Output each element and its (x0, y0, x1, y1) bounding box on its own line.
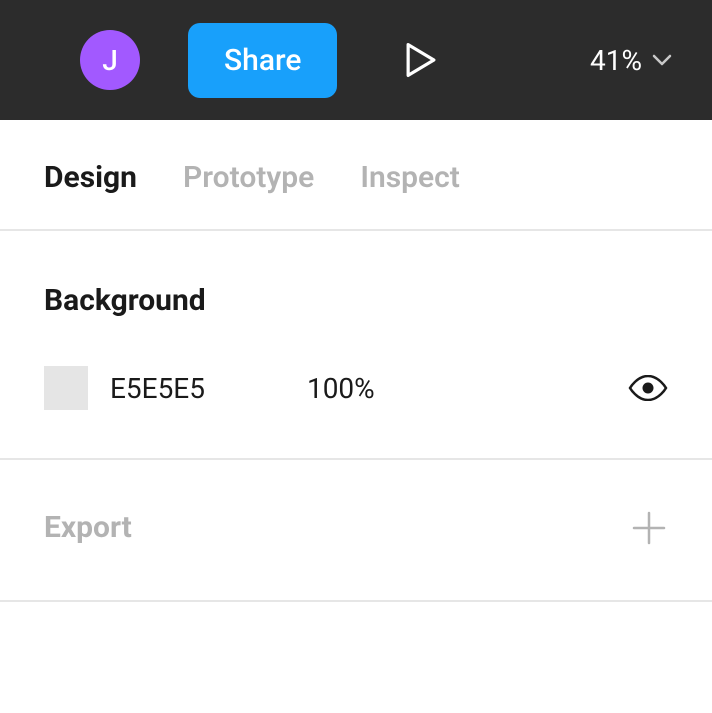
zoom-value: 41% (590, 44, 642, 77)
tab-design[interactable]: Design (44, 160, 137, 195)
color-opacity-value[interactable]: 100% (307, 372, 375, 405)
avatar[interactable]: J (80, 30, 140, 90)
play-icon (405, 42, 437, 78)
background-color-row: E5E5E5 100% (44, 366, 668, 410)
background-title: Background (44, 283, 668, 318)
color-hex-value[interactable]: E5E5E5 (110, 372, 205, 405)
tab-prototype[interactable]: Prototype (183, 160, 314, 195)
plus-icon (632, 511, 666, 545)
tab-inspect[interactable]: Inspect (360, 160, 460, 195)
background-section: Background E5E5E5 100% (0, 231, 712, 460)
eye-icon (628, 375, 668, 401)
export-title: Export (44, 510, 132, 545)
color-swatch[interactable] (44, 366, 88, 410)
chevron-down-icon (652, 54, 672, 66)
add-export-button[interactable] (632, 511, 666, 545)
share-button[interactable]: Share (188, 23, 337, 98)
avatar-initial: J (102, 44, 118, 77)
zoom-dropdown[interactable]: 41% (590, 44, 672, 77)
panel-tabs: Design Prototype Inspect (0, 120, 712, 231)
export-section: Export (0, 460, 712, 602)
present-button[interactable] (405, 42, 437, 78)
visibility-toggle[interactable] (628, 375, 668, 401)
top-toolbar: J Share 41% (0, 0, 712, 120)
